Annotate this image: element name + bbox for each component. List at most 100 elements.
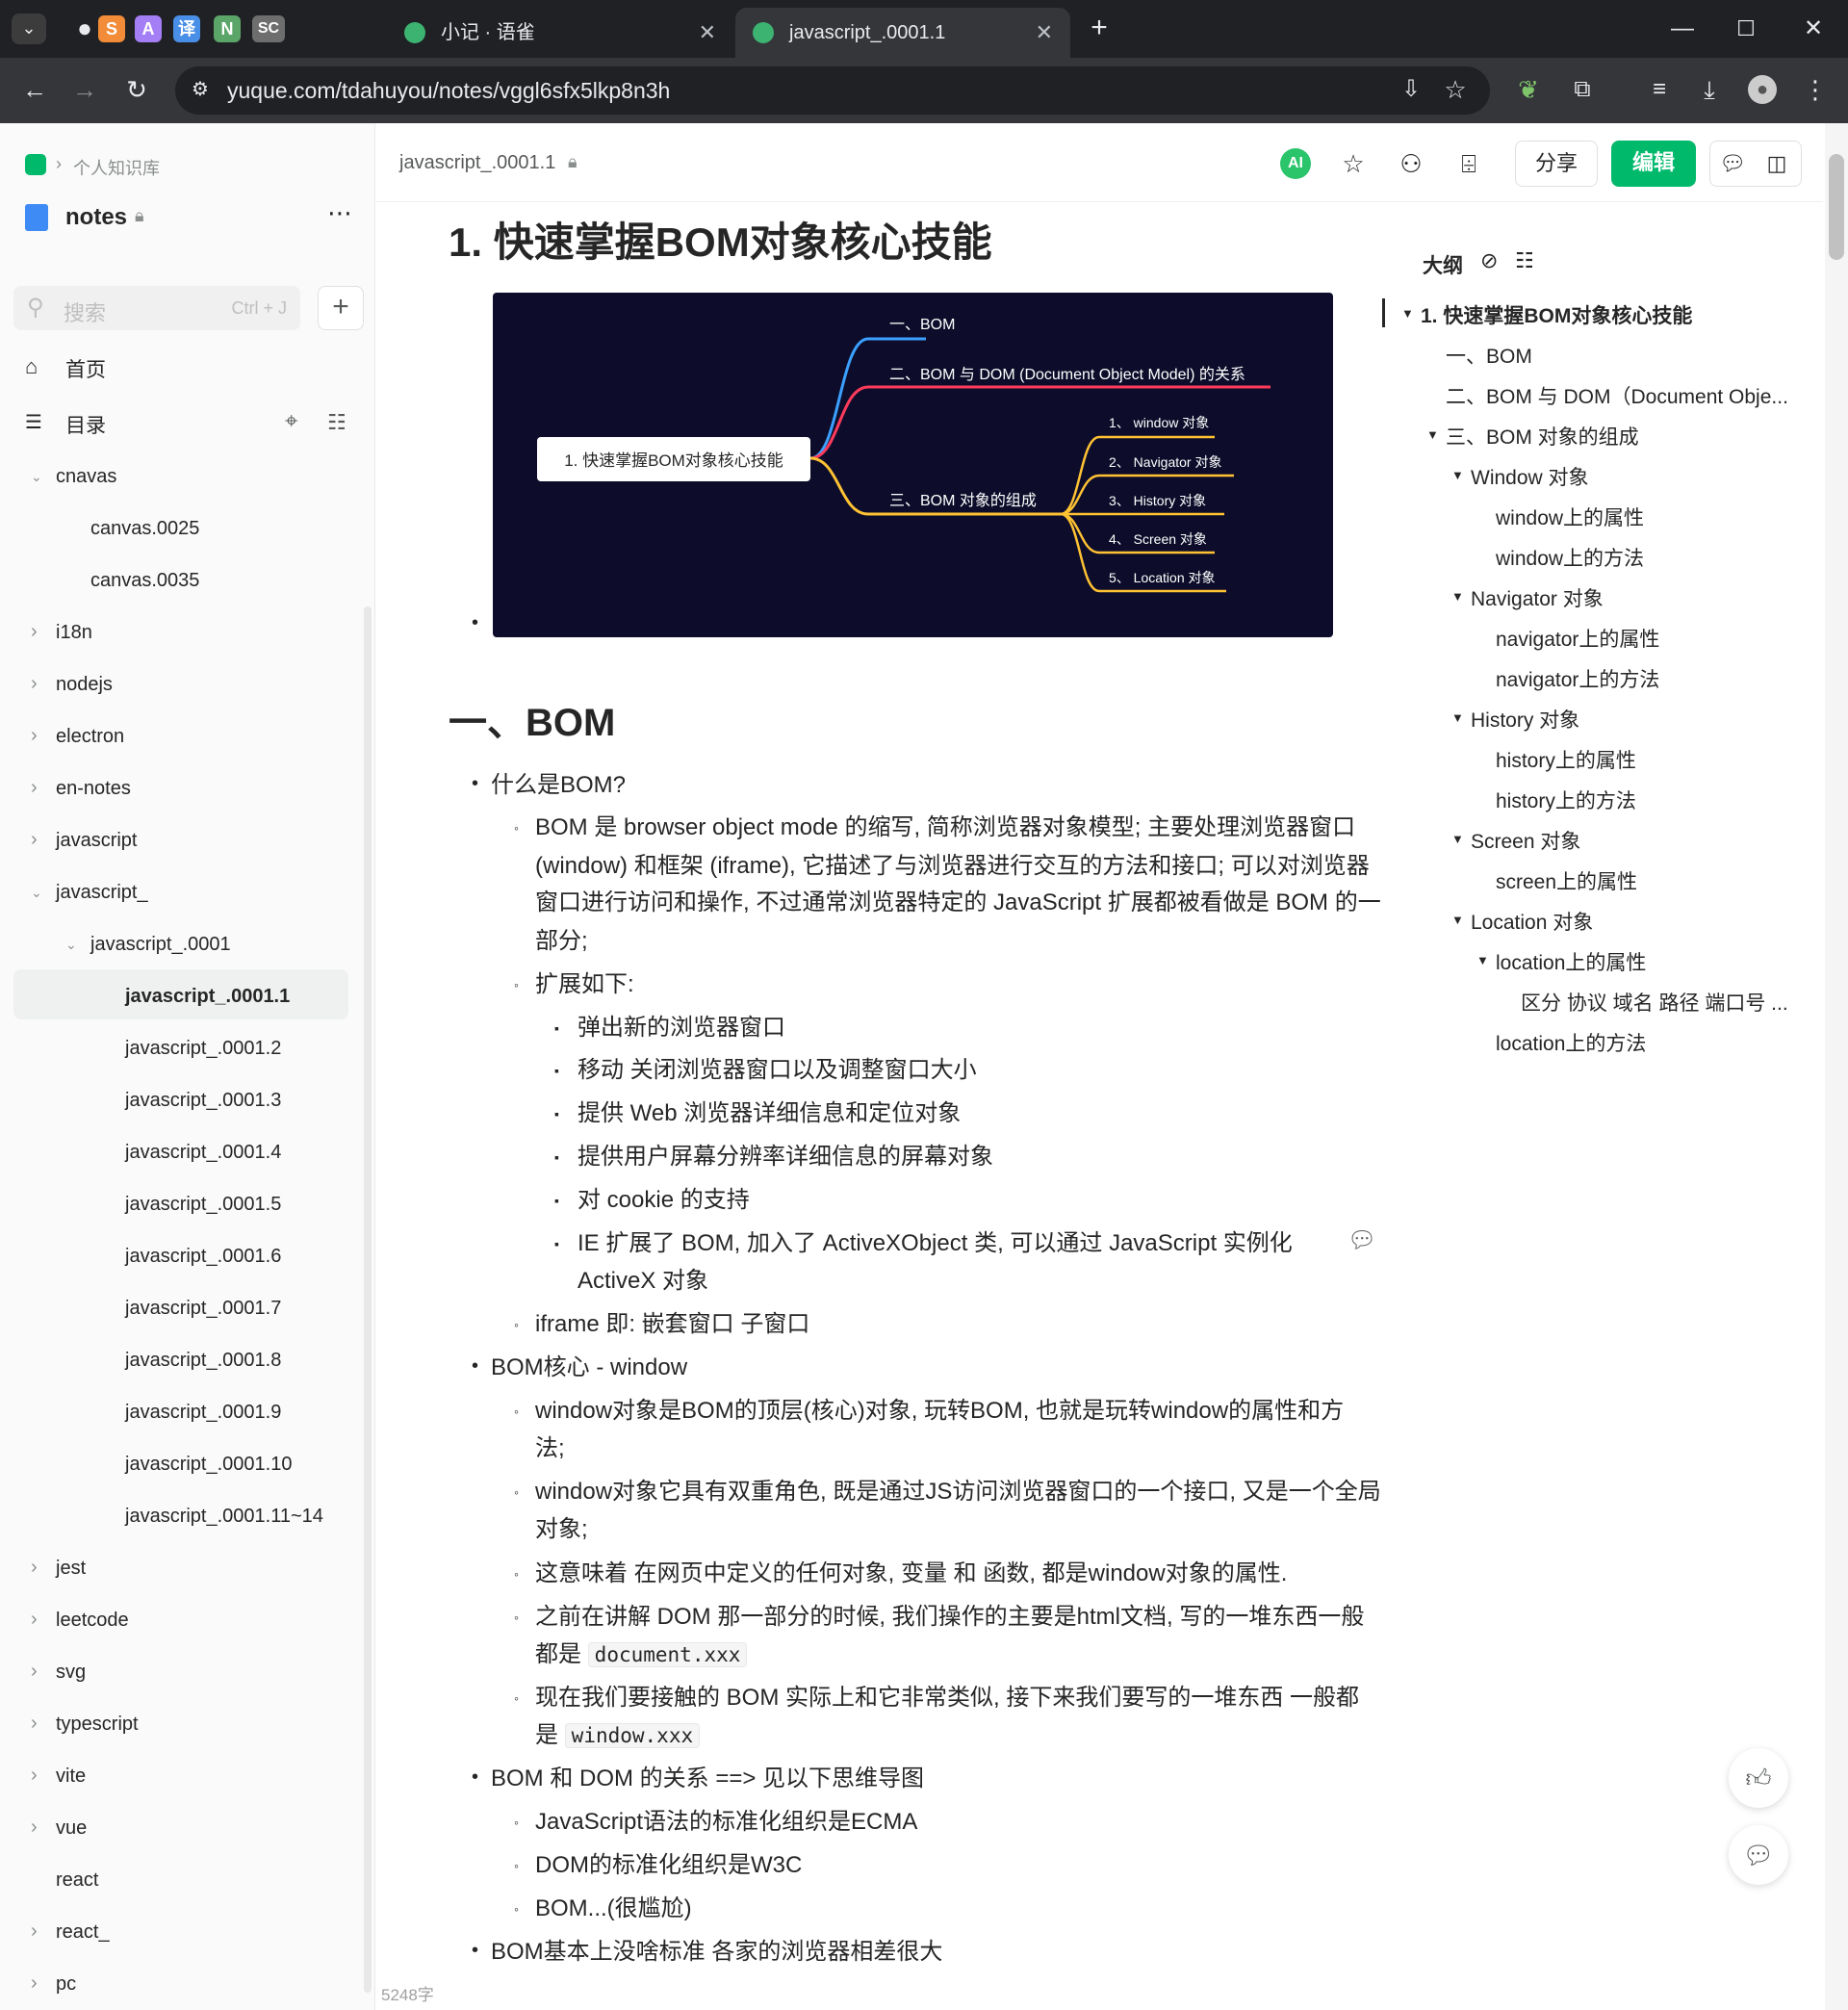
bookmark-star-icon[interactable]: ☆: [1438, 75, 1473, 104]
chevron-right-icon[interactable]: ›: [31, 1609, 38, 1631]
reload-icon[interactable]: ↻: [119, 75, 154, 104]
comment-button[interactable]: 💬︎: [1729, 1825, 1788, 1885]
tree-item[interactable]: leetcode: [56, 1607, 129, 1634]
tree-item[interactable]: react_: [56, 1919, 110, 1946]
pinned-tab-translate[interactable]: 译: [173, 15, 200, 42]
chevron-right-icon[interactable]: ›: [31, 1765, 38, 1787]
pinned-tab-sc[interactable]: SC: [252, 15, 285, 42]
tree-item[interactable]: javascript_.0001.8: [125, 1347, 281, 1374]
chevron-right-icon[interactable]: ›: [31, 1557, 38, 1579]
chevron-right-icon[interactable]: ›: [31, 673, 38, 695]
tree-item[interactable]: javascript_.0001.5: [125, 1191, 281, 1218]
page-scrollbar-thumb[interactable]: [1829, 154, 1844, 260]
tree-item[interactable]: electron: [56, 723, 124, 750]
more-options-icon[interactable]: ⋯: [327, 198, 352, 228]
tree-item[interactable]: en-notes: [56, 775, 131, 802]
outline-item[interactable]: 三、BOM 对象的组成: [1446, 422, 1639, 451]
tree-item[interactable]: javascript_.0001.7: [125, 1295, 281, 1322]
tree-item[interactable]: javascript_.0001.1: [125, 983, 290, 1010]
add-collaborator-icon[interactable]: ⚇: [1392, 144, 1430, 183]
maximize-icon[interactable]: ☐: [1727, 12, 1765, 46]
outline-item[interactable]: 一、BOM: [1446, 341, 1532, 370]
comment-icon[interactable]: 💬︎: [1713, 144, 1752, 183]
tree-item[interactable]: javascript_.0001.3: [125, 1087, 281, 1114]
tree-item[interactable]: canvas.0035: [90, 567, 199, 594]
outline-item[interactable]: 二、BOM 与 DOM（Document Obje...: [1446, 381, 1788, 410]
paragraph-comment-icon[interactable]: 💬︎: [1348, 1226, 1376, 1254]
tree-item[interactable]: javascript: [56, 827, 137, 854]
outline-item[interactable]: window上的属性: [1496, 502, 1644, 531]
tree-item[interactable]: javascript_.0001.6: [125, 1243, 281, 1270]
tree-item[interactable]: javascript_.0001: [90, 931, 231, 958]
chevron-down-icon[interactable]: ⌄: [65, 937, 77, 953]
minimize-icon[interactable]: —: [1663, 12, 1702, 46]
forward-arrow-icon[interactable]: →: [67, 75, 102, 104]
extension-leaf-icon[interactable]: ❦: [1511, 75, 1546, 104]
chevron-right-icon[interactable]: ›: [31, 1972, 38, 1995]
tree-item[interactable]: i18n: [56, 619, 92, 646]
outline-item[interactable]: Navigator 对象: [1471, 583, 1604, 612]
site-settings-icon[interactable]: ⚙: [183, 75, 218, 104]
tree-item[interactable]: svg: [56, 1659, 86, 1686]
tree-item[interactable]: javascript_.0001.11~14: [125, 1503, 323, 1530]
chevron-right-icon[interactable]: ›: [31, 621, 38, 643]
url-text[interactable]: yuque.com/tdahuyou/notes/vggl6sfx5lkp8n3…: [227, 77, 670, 104]
extensions-puzzle-icon[interactable]: ⧉: [1565, 75, 1600, 104]
outline-item[interactable]: history上的属性: [1496, 745, 1636, 774]
chevron-right-icon[interactable]: ›: [31, 829, 38, 851]
tab-yuque-notes[interactable]: 小记 · 语雀 ✕: [387, 8, 733, 58]
hide-outline-icon[interactable]: ⊘: [1480, 248, 1498, 273]
close-tab-icon[interactable]: ✕: [699, 8, 716, 58]
caret-down-icon[interactable]: ▼: [1451, 832, 1464, 846]
caret-down-icon[interactable]: ▼: [1426, 427, 1439, 442]
tree-item[interactable]: cnavas: [56, 463, 116, 490]
nav-catalog[interactable]: ☰ 目录: [25, 410, 106, 437]
tree-item[interactable]: nodejs: [56, 671, 113, 698]
caret-down-icon[interactable]: ▼: [1401, 306, 1414, 321]
toggle-panel-icon[interactable]: ◫: [1758, 144, 1796, 183]
present-icon[interactable]: ⌹: [1450, 144, 1488, 183]
chrome-menu-icon[interactable]: ⋮: [1798, 75, 1833, 104]
catalog-list-icon[interactable]: ☷: [327, 410, 346, 435]
tree-item[interactable]: canvas.0025: [90, 515, 199, 542]
tree-item[interactable]: javascript_: [56, 879, 148, 906]
pinned-tab-n[interactable]: N: [214, 15, 241, 42]
outline-item[interactable]: navigator上的属性: [1496, 624, 1659, 653]
outline-list-icon[interactable]: ☷: [1515, 248, 1534, 273]
new-tab-plus-icon[interactable]: +: [1082, 13, 1116, 42]
chevron-down-icon[interactable]: ⌄: [31, 469, 42, 485]
pinned-tab-s[interactable]: S: [98, 15, 125, 42]
outline-item[interactable]: 区分 协议 域名 路径 端口号 ...: [1521, 988, 1788, 1017]
close-window-icon[interactable]: ✕: [1794, 12, 1833, 46]
chevron-right-icon[interactable]: ›: [31, 725, 38, 747]
tab-active-doc[interactable]: javascript_.0001.1 ✕: [735, 8, 1070, 58]
tree-item[interactable]: jest: [56, 1555, 86, 1582]
outline-item[interactable]: Location 对象: [1471, 907, 1593, 936]
book-title[interactable]: notes: [65, 204, 127, 231]
github-icon[interactable]: ●: [67, 13, 102, 42]
edit-button[interactable]: 编辑: [1611, 141, 1696, 187]
caret-down-icon[interactable]: ▼: [1451, 468, 1464, 482]
downloads-icon[interactable]: ⤓: [1692, 75, 1727, 104]
tree-item[interactable]: react: [56, 1867, 98, 1894]
tree-item[interactable]: javascript_.0001.2: [125, 1035, 281, 1062]
tree-item[interactable]: pc: [56, 1971, 76, 1997]
share-button[interactable]: 分享: [1515, 141, 1598, 187]
locate-current-icon[interactable]: ⌖: [285, 408, 298, 435]
chevron-right-icon[interactable]: ›: [31, 1920, 38, 1943]
outline-item[interactable]: History 对象: [1471, 705, 1579, 734]
caret-down-icon[interactable]: ▼: [1451, 913, 1464, 927]
like-button[interactable]: 👍︎: [1729, 1748, 1788, 1808]
tree-item[interactable]: javascript_.0001.9: [125, 1399, 281, 1426]
caret-down-icon[interactable]: ▼: [1451, 710, 1464, 725]
nav-home[interactable]: ⌂ 首页: [25, 354, 106, 381]
chevron-right-icon[interactable]: ›: [31, 1661, 38, 1683]
tree-item[interactable]: typescript: [56, 1711, 139, 1738]
add-doc-button[interactable]: +: [318, 286, 364, 330]
outline-item[interactable]: location上的方法: [1496, 1028, 1646, 1057]
favorite-star-icon[interactable]: ☆: [1334, 144, 1373, 183]
pinned-tab-a[interactable]: A: [135, 15, 162, 42]
page-scrollbar[interactable]: [1825, 123, 1848, 2010]
tree-item[interactable]: vue: [56, 1815, 87, 1842]
outline-item[interactable]: window上的方法: [1496, 543, 1644, 572]
